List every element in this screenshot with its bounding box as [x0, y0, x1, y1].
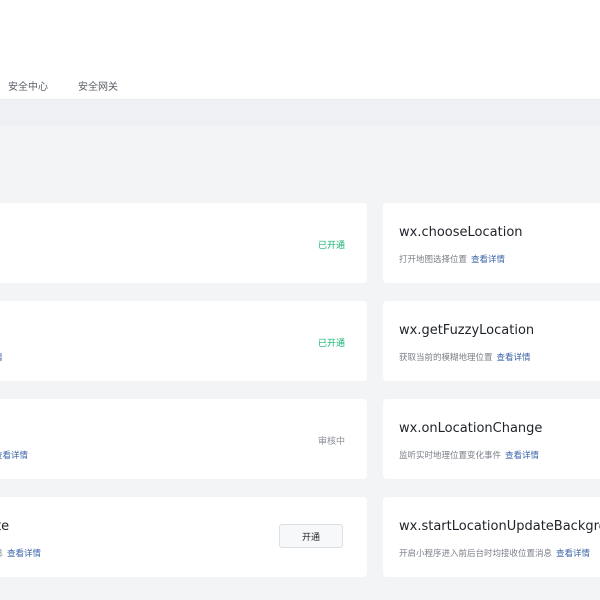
api-description: 获取当前的模糊地理位置 查看详情 — [399, 351, 531, 363]
api-description-text: 开启小程序进入前后台时均接收位置消息 — [399, 549, 553, 559]
api-name: wx.onLocationChange — [399, 421, 543, 436]
tab-security-gateway[interactable]: 安全网关 — [78, 78, 118, 93]
api-card-left-4: ate 消息查看详情 开通 — [0, 497, 367, 577]
api-card-left-3: 查看详情 审核中 — [0, 399, 367, 479]
api-description: 消息查看详情 — [0, 547, 41, 559]
api-name: wx.chooseLocation — [399, 225, 523, 240]
api-card-left-2: 情 已开通 — [0, 301, 367, 381]
view-details-link[interactable]: 查看详情 — [7, 549, 41, 559]
api-description: 监听实时地理位置变化事件 查看详情 — [399, 449, 539, 461]
api-description: 打开地图选择位置 查看详情 — [399, 253, 505, 265]
status-badge: 已开通 — [317, 241, 345, 251]
api-description: 开启小程序进入前后台时均接收位置消息 查看详情 — [399, 547, 590, 559]
api-description-text: 消息 — [0, 549, 3, 559]
api-description: 情 — [0, 351, 3, 363]
view-details-link[interactable]: 查看详情 — [505, 451, 539, 461]
api-card-choose-location: wx.chooseLocation 打开地图选择位置 查看详情 — [383, 203, 600, 283]
status-badge: 已开通 — [317, 339, 345, 349]
sub-toolbar — [0, 100, 600, 126]
api-description: 查看详情 — [0, 449, 28, 461]
view-details-link[interactable]: 查看详情 — [0, 451, 28, 461]
view-details-link[interactable]: 查看详情 — [556, 549, 590, 559]
view-details-link[interactable]: 查看详情 — [471, 255, 505, 265]
api-description-text: 监听实时地理位置变化事件 — [399, 451, 502, 461]
api-card-left-1: 已开通 — [0, 203, 367, 283]
api-card-on-location-change: wx.onLocationChange 监听实时地理位置变化事件 查看详情 — [383, 399, 600, 479]
api-name: ate — [0, 519, 10, 534]
api-description-text: 打开地图选择位置 — [399, 255, 468, 265]
api-name: wx.getFuzzyLocation — [399, 323, 535, 338]
tab-security-center[interactable]: 安全中心 — [8, 78, 48, 93]
enable-button[interactable]: 开通 — [279, 524, 343, 548]
status-badge: 审核中 — [317, 437, 345, 447]
view-details-link[interactable]: 查看详情 — [497, 353, 531, 363]
api-card-get-fuzzy-location: wx.getFuzzyLocation 获取当前的模糊地理位置 查看详情 — [383, 301, 600, 381]
view-details-link[interactable]: 情 — [0, 353, 3, 363]
api-description-text: 获取当前的模糊地理位置 — [399, 353, 493, 363]
api-card-start-location-update-background: wx.startLocationUpdateBackgro 开启小程序进入前后台… — [383, 497, 600, 577]
api-name: wx.startLocationUpdateBackgro — [399, 519, 600, 534]
top-header: 安全中心 安全网关 — [0, 0, 600, 100]
